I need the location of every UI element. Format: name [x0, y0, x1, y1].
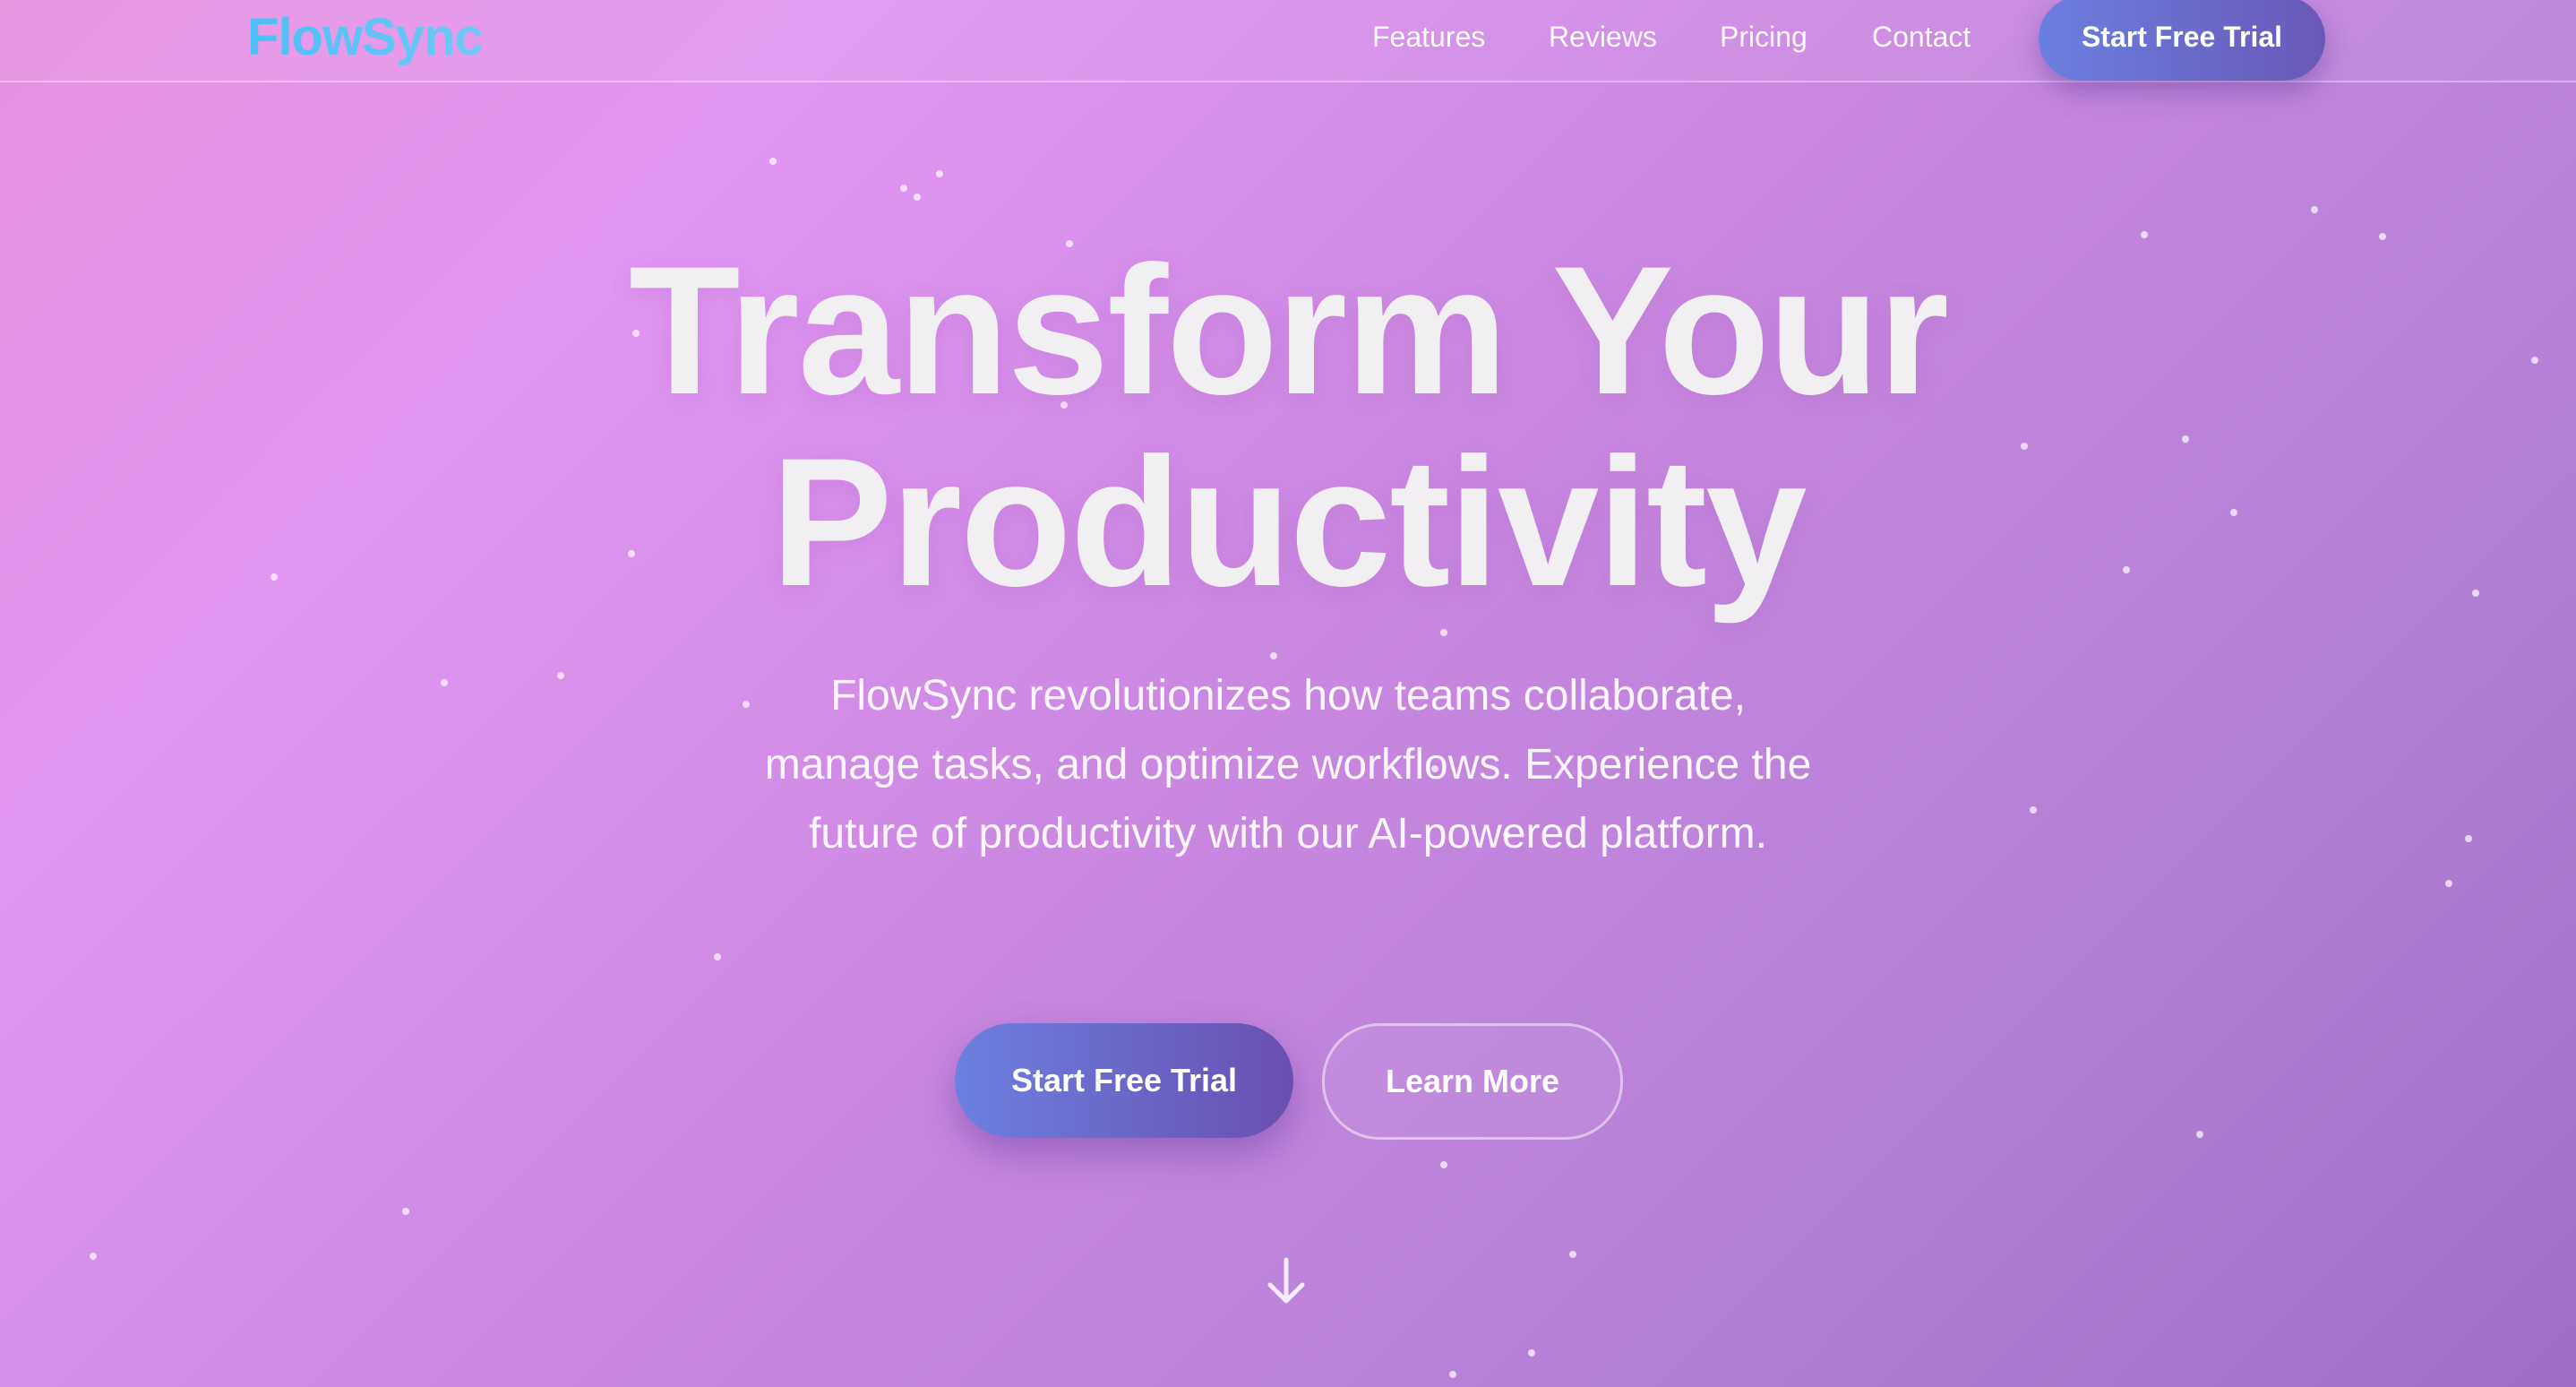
particle — [743, 701, 750, 708]
logo[interactable]: FlowSync — [247, 5, 484, 70]
particle — [1440, 1161, 1447, 1168]
nav-link-reviews[interactable]: Reviews — [1549, 16, 1657, 57]
particle — [441, 679, 448, 686]
nav-link-features[interactable]: Features — [1372, 16, 1485, 57]
hero-headline-line-2: Productivity — [770, 420, 1807, 625]
particle — [900, 185, 907, 192]
arrow-down-icon[interactable] — [1265, 1256, 1308, 1306]
hero-headline-line-1: Transform Your — [628, 228, 1949, 433]
particle — [1569, 1251, 1576, 1258]
particle — [90, 1253, 97, 1260]
particle — [2311, 206, 2318, 213]
particle — [2465, 835, 2472, 842]
learn-more-button[interactable]: Learn More — [1322, 1023, 1623, 1140]
site-header: FlowSync Features Reviews Pricing Contac… — [0, 0, 2576, 82]
particle — [2445, 880, 2452, 887]
particle — [2030, 806, 2037, 814]
particle — [1528, 1349, 1535, 1357]
particle — [1440, 629, 1447, 636]
start-free-trial-button[interactable]: Start Free Trial — [955, 1023, 1293, 1138]
hero-headline: Transform Your Productivity — [0, 235, 2576, 618]
particle — [1449, 1371, 1456, 1378]
particle — [769, 158, 777, 165]
particle — [1270, 652, 1277, 659]
particle — [402, 1208, 409, 1215]
particle — [714, 953, 721, 961]
particle — [557, 672, 564, 679]
hero-subtitle: FlowSync revolutionizes how teams collab… — [764, 672, 1812, 857]
particle — [2196, 1131, 2203, 1138]
nav-link-pricing[interactable]: Pricing — [1720, 16, 1807, 57]
particle — [936, 170, 943, 177]
nav-link-contact[interactable]: Contact — [1872, 16, 1971, 57]
header-start-trial-button[interactable]: Start Free Trial — [2039, 0, 2325, 81]
particle — [914, 194, 921, 201]
